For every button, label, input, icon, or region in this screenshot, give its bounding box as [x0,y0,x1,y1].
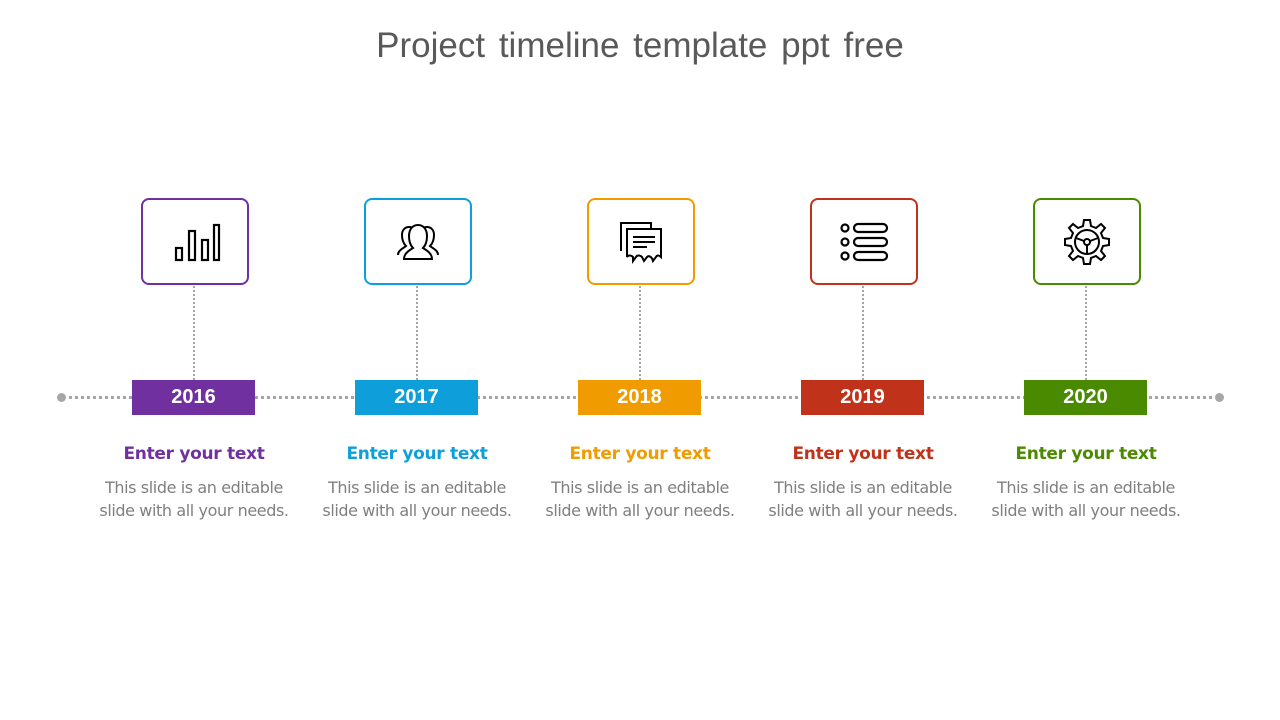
connector-line [639,286,641,380]
description-line: slide with all your needs. [99,501,289,520]
milestone-description: This slide is an editable slide with all… [540,476,740,522]
icon-box [587,198,695,285]
milestone-2020: 2020 Enter your text This slide is an ed… [986,0,1186,720]
description-line: This slide is an editable [997,478,1175,497]
timeline-start-dot [57,393,66,402]
team-icon [397,223,439,260]
connector-line [193,286,195,380]
milestone-heading: Enter your text [792,444,934,464]
milestone-heading: Enter your text [346,444,488,464]
connector-line [1085,286,1087,380]
connector-line [862,286,864,380]
year-label: 2019 [801,380,924,415]
milestone-2018: 2018 Enter your text This slide is an ed… [540,0,740,720]
year-label: 2018 [578,380,701,415]
description-line: This slide is an editable [105,478,283,497]
timeline-end-dot [1215,393,1224,402]
milestone-2016: 2016 Enter your text This slide is an ed… [94,0,294,720]
description-line: slide with all your needs. [322,501,512,520]
description-line: This slide is an editable [551,478,729,497]
milestone-description: This slide is an editable slide with all… [317,476,517,522]
milestone-description: This slide is an editable slide with all… [986,476,1186,522]
milestone-description: This slide is an editable slide with all… [763,476,963,522]
milestone-description: This slide is an editable slide with all… [94,476,294,522]
list-icon [840,222,889,261]
connector-line [416,286,418,380]
milestone-2019: 2019 Enter your text This slide is an ed… [763,0,963,720]
year-label: 2016 [132,380,255,415]
bar-chart-icon [174,223,221,261]
description-line: slide with all your needs. [991,501,1181,520]
year-label: 2020 [1024,380,1147,415]
gear-wheel-icon [1064,218,1110,265]
description-line: This slide is an editable [774,478,952,497]
description-line: This slide is an editable [328,478,506,497]
milestone-heading: Enter your text [1015,444,1157,464]
icon-box [141,198,249,285]
milestone-2017: 2017 Enter your text This slide is an ed… [317,0,517,720]
icon-box [810,198,918,285]
description-line: slide with all your needs. [768,501,958,520]
year-label: 2017 [355,380,478,415]
milestone-heading: Enter your text [569,444,711,464]
icon-box [364,198,472,285]
messages-icon [620,221,662,264]
icon-box [1033,198,1141,285]
description-line: slide with all your needs. [545,501,735,520]
milestone-heading: Enter your text [123,444,265,464]
